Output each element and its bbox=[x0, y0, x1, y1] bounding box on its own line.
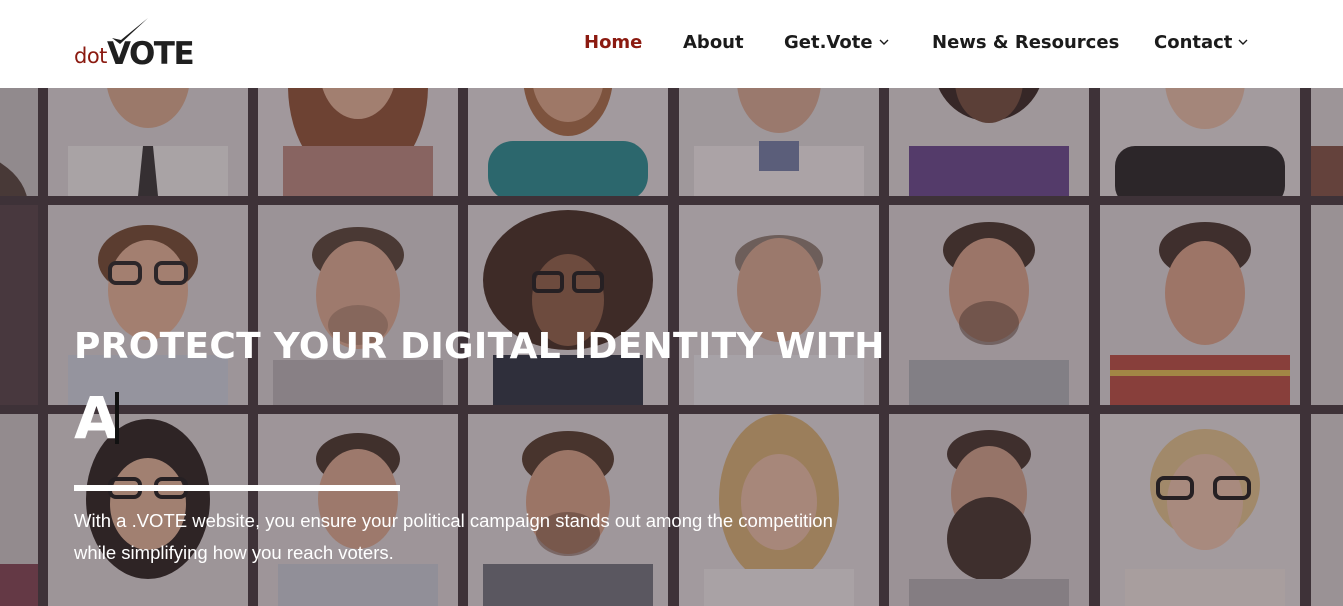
logo[interactable]: dot VOTE bbox=[74, 18, 198, 72]
hero-typed-text: A bbox=[74, 383, 119, 453]
nav-get-vote-label: Get.Vote bbox=[784, 32, 873, 53]
nav-about[interactable]: About bbox=[683, 28, 744, 58]
hero-subtitle: With a .VOTE website, you ensure your po… bbox=[74, 505, 874, 569]
hero-title: PROTECT YOUR DIGITAL IDENTITY WITH bbox=[74, 326, 885, 367]
nav-news-resources[interactable]: News & Resources bbox=[932, 28, 1119, 58]
hero-subtitle-line1: With a .VOTE website, you ensure your po… bbox=[74, 510, 833, 531]
nav-home-label: Home bbox=[584, 32, 643, 53]
nav-about-label: About bbox=[683, 32, 744, 53]
nav-news-resources-label: News & Resources bbox=[932, 32, 1120, 53]
chevron-down-icon bbox=[879, 39, 889, 45]
site-header: dot VOTE Home About Get.Vote News & Reso… bbox=[0, 0, 1343, 88]
nav-contact-label: Contact bbox=[1154, 32, 1233, 53]
chevron-down-icon bbox=[1238, 39, 1248, 45]
hero-section: PROTECT YOUR DIGITAL IDENTITY WITH A Wit… bbox=[0, 88, 1343, 606]
nav-contact[interactable]: Contact bbox=[1154, 28, 1248, 58]
hero-subtitle-line2: while simplifying how you reach voters. bbox=[74, 542, 394, 563]
logo-name: VOTE bbox=[107, 36, 195, 72]
nav-get-vote[interactable]: Get.Vote bbox=[784, 28, 889, 58]
typing-cursor bbox=[114, 392, 119, 444]
hero-divider bbox=[74, 485, 400, 491]
logo-prefix: dot bbox=[74, 44, 107, 68]
nav-home[interactable]: Home bbox=[584, 28, 642, 58]
hero-typed-word: A bbox=[74, 384, 119, 452]
